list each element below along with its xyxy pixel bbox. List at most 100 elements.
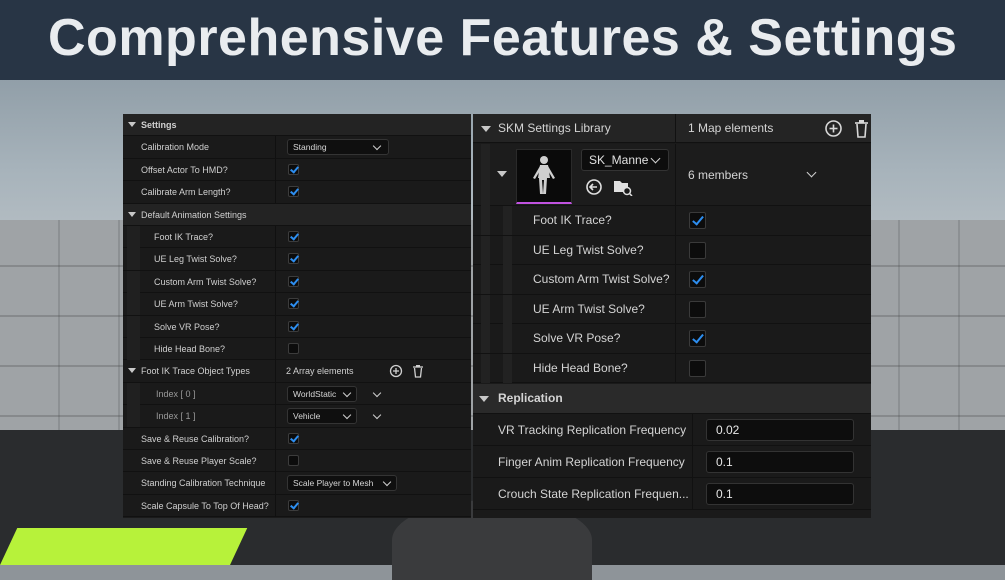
vr-tracking-frequency-input[interactable]: 0.02 — [706, 419, 854, 441]
finger-anim-frequency-row: Finger Anim Replication Frequency 0.1 — [473, 446, 871, 478]
foot-ik-checkbox[interactable] — [288, 231, 299, 242]
anim-label: Foot IK Trace? — [154, 232, 214, 242]
member-foot-ik-checkbox[interactable] — [689, 212, 706, 229]
scene-green-marker — [0, 528, 248, 565]
calibrate-arm-label: Calibrate Arm Length? — [141, 187, 231, 198]
foot-ik-types-row: Foot IK Trace Object Types 2 Array eleme… — [123, 360, 471, 383]
anim-row-foot-ik: Foot IK Trace? — [123, 226, 471, 249]
offset-actor-checkbox[interactable] — [288, 163, 299, 175]
anim-label: Custom Arm Twist Solve? — [154, 276, 257, 287]
save-calibration-checkbox[interactable] — [288, 432, 299, 444]
trash-icon[interactable] — [412, 364, 424, 379]
members-count-text: 6 members — [688, 168, 749, 182]
replication-section-header[interactable]: Replication — [473, 384, 871, 414]
chevron-down-icon — [650, 153, 661, 164]
save-calibration-label: Save & Reuse Calibration? — [141, 433, 250, 444]
calibration-mode-dropdown[interactable]: Standing — [287, 139, 389, 156]
browse-asset-icon[interactable] — [613, 178, 633, 196]
replication-row-label: VR Tracking Replication Frequency — [498, 423, 687, 437]
array-index-label: Index [ 0 ] — [156, 388, 196, 399]
default-anim-section-label: Default Animation Settings — [141, 209, 247, 220]
use-selected-asset-icon[interactable] — [585, 178, 603, 196]
member-arm-twist-checkbox[interactable] — [689, 300, 706, 318]
calibration-technique-dropdown[interactable]: Scale Player to Mesh — [287, 475, 397, 492]
anim-label: Solve VR Pose? — [154, 321, 220, 332]
scale-capsule-label: Scale Capsule To Top Of Head? — [141, 500, 269, 511]
replication-row-label: Crouch State Replication Frequen... — [498, 487, 689, 501]
member-label: Hide Head Bone? — [533, 360, 628, 375]
chevron-down-icon — [382, 478, 392, 487]
array-count-text: 2 Array elements — [286, 366, 354, 377]
add-element-icon[interactable] — [824, 119, 843, 138]
skm-library-panel: SKM Settings Library 1 Map elements SK_M… — [473, 114, 871, 518]
asset-picker-dropdown[interactable]: SK_Manne — [581, 149, 669, 171]
chevron-down-icon — [342, 388, 352, 398]
mannequin-thumbnail[interactable] — [516, 149, 572, 204]
member-hide-head-checkbox[interactable] — [689, 359, 706, 377]
settings-section-header[interactable]: Settings — [123, 114, 471, 137]
vr-tracking-frequency-row: VR Tracking Replication Frequency 0.02 — [473, 414, 871, 446]
calibration-mode-label: Calibration Mode — [141, 142, 210, 153]
anim-row-vr-pose: Solve VR Pose? — [123, 315, 471, 338]
member-label: Solve VR Pose? — [533, 331, 621, 345]
anim-label: UE Arm Twist Solve? — [154, 299, 238, 310]
anim-row-arm-twist: UE Arm Twist Solve? — [123, 293, 471, 316]
calibrate-arm-row: Calibrate Arm Length? — [123, 181, 471, 204]
object-type-value: WorldStatic — [293, 388, 337, 399]
banner-title: Comprehensive Features & Settings — [48, 9, 958, 67]
member-row-hide-head: Hide Head Bone? — [473, 353, 871, 383]
member-label: Custom Arm Twist Solve? — [533, 272, 670, 286]
default-anim-section-header[interactable]: Default Animation Settings — [123, 203, 471, 226]
collapse-caret-icon[interactable] — [479, 396, 489, 402]
custom-arm-checkbox[interactable] — [288, 275, 299, 287]
skm-map-entry-row: SK_Manne 6 members — [473, 144, 871, 206]
array-index-row-1: Index [ 1 ] Vehicle — [123, 405, 471, 428]
skm-library-header[interactable]: SKM Settings Library 1 Map elements — [473, 114, 871, 143]
element-options-chevron-icon[interactable] — [372, 388, 382, 398]
replication-section-label: Replication — [498, 391, 563, 405]
members-expand-chevron-icon[interactable] — [806, 167, 817, 178]
hide-head-checkbox[interactable] — [288, 343, 299, 354]
collapse-caret-icon[interactable] — [128, 122, 136, 127]
collapse-caret-icon[interactable] — [128, 211, 136, 217]
save-calibration-row: Save & Reuse Calibration? — [123, 427, 471, 450]
member-row-custom-arm: Custom Arm Twist Solve? — [473, 265, 871, 295]
member-custom-arm-checkbox[interactable] — [689, 271, 706, 288]
trash-icon[interactable] — [854, 119, 869, 138]
object-type-dropdown-0[interactable]: WorldStatic — [287, 385, 357, 402]
collapse-caret-icon[interactable] — [497, 171, 507, 177]
collapse-caret-icon[interactable] — [128, 368, 136, 374]
collapse-caret-icon[interactable] — [481, 126, 491, 132]
calibration-mode-row: Calibration Mode Standing — [123, 136, 471, 159]
add-element-icon[interactable] — [389, 364, 403, 378]
anim-row-custom-arm: Custom Arm Twist Solve? — [123, 270, 471, 294]
scale-capsule-row: Scale Capsule To Top Of Head? — [123, 494, 471, 518]
crouch-state-frequency-row: Crouch State Replication Frequen... 0.1 — [473, 478, 871, 510]
member-leg-twist-checkbox[interactable] — [689, 241, 706, 259]
map-count-text: 1 Map elements — [688, 121, 774, 135]
anim-row-hide-head: Hide Head Bone? — [123, 338, 471, 361]
member-vr-pose-checkbox[interactable] — [689, 330, 706, 347]
chevron-down-icon — [372, 142, 382, 151]
arm-twist-checkbox[interactable] — [288, 298, 299, 310]
object-type-value: Vehicle — [293, 411, 321, 422]
object-type-dropdown-1[interactable]: Vehicle — [287, 408, 357, 425]
offset-actor-label: Offset Actor To HMD? — [141, 164, 228, 175]
scale-capsule-checkbox[interactable] — [288, 499, 299, 511]
calibration-technique-row: Standing Calibration Technique Scale Pla… — [123, 472, 471, 495]
vr-pose-checkbox[interactable] — [288, 320, 299, 332]
element-options-chevron-icon[interactable] — [372, 410, 382, 420]
calibrate-arm-checkbox[interactable] — [288, 186, 299, 198]
crouch-state-frequency-input[interactable]: 0.1 — [706, 483, 854, 505]
finger-anim-frequency-input[interactable]: 0.1 — [706, 451, 854, 473]
save-scale-checkbox[interactable] — [288, 455, 299, 466]
offset-actor-row: Offset Actor To HMD? — [123, 158, 471, 182]
skm-library-label: SKM Settings Library — [498, 121, 611, 135]
settings-section-label: Settings — [141, 120, 177, 130]
leg-twist-checkbox[interactable] — [288, 253, 299, 265]
replication-row-label: Finger Anim Replication Frequency — [498, 455, 685, 469]
member-label: UE Leg Twist Solve? — [533, 242, 644, 257]
asset-name-value: SK_Manne — [589, 153, 649, 167]
array-index-label: Index [ 1 ] — [156, 411, 196, 422]
save-scale-label: Save & Reuse Player Scale? — [141, 456, 257, 466]
